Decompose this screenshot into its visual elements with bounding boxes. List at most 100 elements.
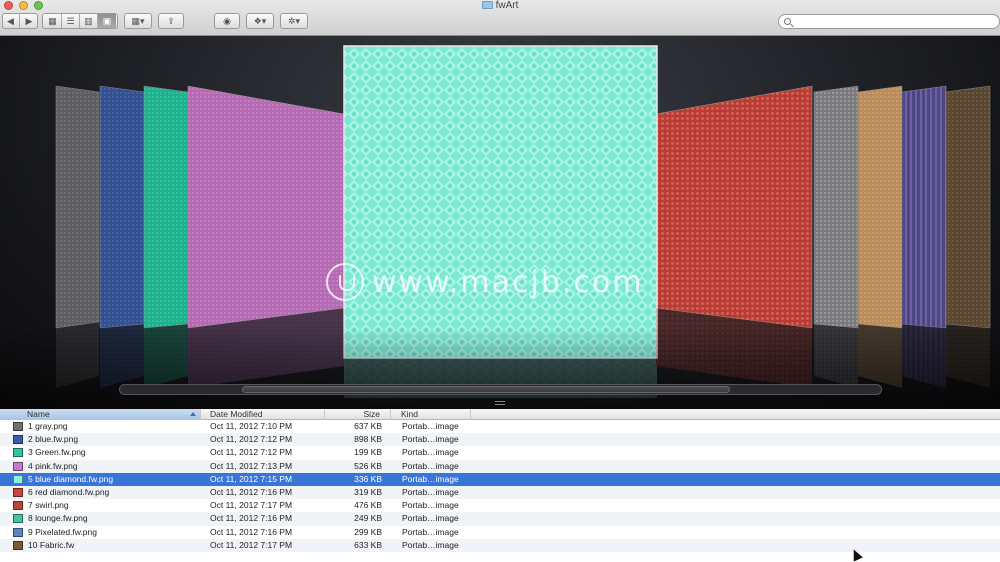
- share-button[interactable]: ⇪: [158, 13, 184, 29]
- cover-9-purple[interactable]: [901, 85, 947, 329]
- file-date: Oct 11, 2012 7:12 PM: [210, 434, 293, 445]
- search-input[interactable]: [793, 16, 993, 26]
- file-size: 633 KB: [354, 539, 382, 550]
- cover-10-brown[interactable]: [945, 85, 991, 329]
- window-title: fwArt: [0, 0, 1000, 11]
- file-size: 249 KB: [354, 513, 382, 524]
- file-row[interactable]: 4 pink.fw.png Oct 11, 2012 7:13 PM 526 KB P…: [0, 459, 1000, 473]
- file-name: 6 red diamond.fw.png: [28, 486, 110, 497]
- dropbox-icon: ❖▾: [253, 15, 267, 26]
- coverflow-scroll-thumb[interactable]: [242, 386, 730, 393]
- file-thumbnail-icon: [13, 435, 23, 445]
- reflection-floor: [0, 326, 1000, 409]
- file-thumbnail-icon: [13, 501, 23, 511]
- file-size: 199 KB: [354, 447, 382, 458]
- forward-arrow-icon[interactable]: ▶: [20, 14, 38, 28]
- file-row[interactable]: 8 lounge.fw.png Oct 11, 2012 7:16 PM 249 K…: [0, 512, 1000, 526]
- cover-3-green[interactable]: [143, 85, 189, 329]
- file-kind: Portab…image: [402, 447, 459, 458]
- file-size: 898 KB: [354, 434, 382, 445]
- cover-4-pink[interactable]: [187, 85, 345, 329]
- icon-view-icon[interactable]: ▦: [44, 14, 62, 28]
- search-field[interactable]: [778, 14, 1000, 29]
- back-arrow-icon[interactable]: ◀: [2, 14, 20, 28]
- file-size: 476 KB: [354, 500, 382, 511]
- quicklook-button[interactable]: ◉: [214, 13, 240, 29]
- arrange-icon: ▦▾: [131, 15, 145, 26]
- back-forward-control: ◀ ▶: [2, 13, 38, 29]
- file-kind: Portab…image: [402, 500, 459, 511]
- file-kind: Portab…image: [402, 434, 459, 445]
- action-button[interactable]: ✲▾: [280, 13, 308, 29]
- file-row[interactable]: 6 red diamond.fw.png Oct 11, 2012 7:16 PM…: [0, 485, 1000, 500]
- file-row[interactable]: 5 blue diamond.fw.png Oct 11, 2012 7:15 P…: [0, 472, 1000, 486]
- file-name: 8 lounge.fw.png: [28, 513, 88, 524]
- cover-5-blue-diamond[interactable]: [343, 45, 658, 359]
- dropbox-button[interactable]: ❖▾: [246, 13, 274, 29]
- list-header: Name Date Modified Size Kind: [0, 409, 1000, 420]
- file-date: Oct 11, 2012 7:16 PM: [210, 513, 293, 524]
- file-kind: Portab…image: [402, 539, 459, 550]
- file-size: 319 KB: [354, 486, 382, 497]
- file-size: 637 KB: [354, 421, 382, 431]
- cover-2-blue[interactable]: [99, 85, 145, 329]
- arrange-button[interactable]: ▦▾: [124, 13, 152, 29]
- share-icon: ⇪: [167, 15, 175, 26]
- view-mode-control: ▦ ☰ ▥ ▣: [42, 13, 118, 29]
- file-size: 299 KB: [354, 526, 382, 537]
- quicklook-eye-icon: ◉: [223, 15, 231, 26]
- coverflow-scrollbar[interactable]: [119, 384, 882, 395]
- coverflow-view-icon[interactable]: ▣: [98, 14, 116, 28]
- file-row[interactable]: 1 gray.png Oct 11, 2012 7:10 PM 637 KB Port…: [0, 420, 1000, 433]
- file-row[interactable]: 7 swirl.png Oct 11, 2012 7:17 PM 476 KB Por…: [0, 499, 1000, 512]
- file-name: 4 pink.fw.png: [28, 460, 78, 471]
- column-view-icon[interactable]: ▥: [80, 14, 98, 28]
- column-header-size[interactable]: Size: [325, 409, 391, 420]
- file-thumbnail-icon: [13, 422, 23, 431]
- file-name: 10 Fabric.fw: [28, 539, 75, 550]
- file-name: 2 blue.fw.png: [28, 434, 79, 445]
- file-thumbnail-icon: [13, 540, 23, 550]
- file-thumbnail-icon: [13, 527, 23, 537]
- gear-icon: ✲▾: [287, 15, 301, 26]
- cover-6-red-diamond[interactable]: [655, 85, 813, 329]
- file-thumbnail-icon: [13, 474, 23, 484]
- file-thumbnail-icon: [13, 514, 23, 524]
- file-row[interactable]: 9 Pixelated.fw.png Oct 11, 2012 7:16 PM 29…: [0, 526, 1000, 539]
- cover-1-gray[interactable]: [55, 85, 100, 329]
- watermark: www.macjb.com: [326, 261, 643, 303]
- file-date: Oct 11, 2012 7:10 PM: [210, 421, 293, 431]
- cover-8-tan[interactable]: [857, 85, 903, 329]
- file-kind: Portab…image: [402, 421, 459, 431]
- column-header-kind[interactable]: Kind: [391, 409, 471, 420]
- file-kind: Portab…image: [402, 486, 459, 497]
- column-header-name[interactable]: Name: [0, 409, 201, 420]
- list-view-icon[interactable]: ☰: [62, 14, 80, 28]
- file-kind: Portab…image: [402, 460, 459, 471]
- split-resize-handle[interactable]: [495, 401, 505, 405]
- coverflow-view[interactable]: www.macjb.com: [0, 36, 1000, 409]
- file-thumbnail-icon: [13, 487, 23, 497]
- file-kind: Portab…image: [402, 526, 459, 537]
- file-name: 3 Green.fw.png: [28, 447, 86, 458]
- folder-icon: [481, 1, 493, 9]
- file-row[interactable]: 2 blue.fw.png Oct 11, 2012 7:12 PM 898 KB P…: [0, 433, 1000, 447]
- cover-7-silver[interactable]: [813, 85, 859, 329]
- file-row[interactable]: 3 Green.fw.png Oct 11, 2012 7:12 PM 199 KB…: [0, 446, 1000, 459]
- file-thumbnail-icon: [13, 448, 23, 458]
- file-name: 9 Pixelated.fw.png: [28, 526, 97, 537]
- file-name: 7 swirl.png: [28, 500, 69, 511]
- window-toolbar: fwArt ◀ ▶ ▦ ☰ ▥ ▣ ▦▾ ⇪ ◉ ❖▾ ✲▾: [0, 0, 1000, 36]
- file-thumbnail-icon: [13, 461, 23, 471]
- search-icon: [784, 18, 791, 25]
- watermark-logo-icon: [326, 263, 364, 301]
- file-kind: Portab…image: [402, 473, 459, 484]
- sort-ascending-icon: [190, 412, 196, 416]
- file-date: Oct 11, 2012 7:17 PM: [210, 539, 293, 550]
- file-kind: Portab…image: [402, 513, 459, 524]
- file-name: 5 blue diamond.fw.png: [28, 473, 114, 484]
- file-date: Oct 11, 2012 7:16 PM: [210, 486, 293, 497]
- file-date: Oct 11, 2012 7:13 PM: [210, 460, 293, 471]
- file-date: Oct 11, 2012 7:12 PM: [210, 447, 293, 458]
- column-header-date[interactable]: Date Modified: [201, 409, 325, 420]
